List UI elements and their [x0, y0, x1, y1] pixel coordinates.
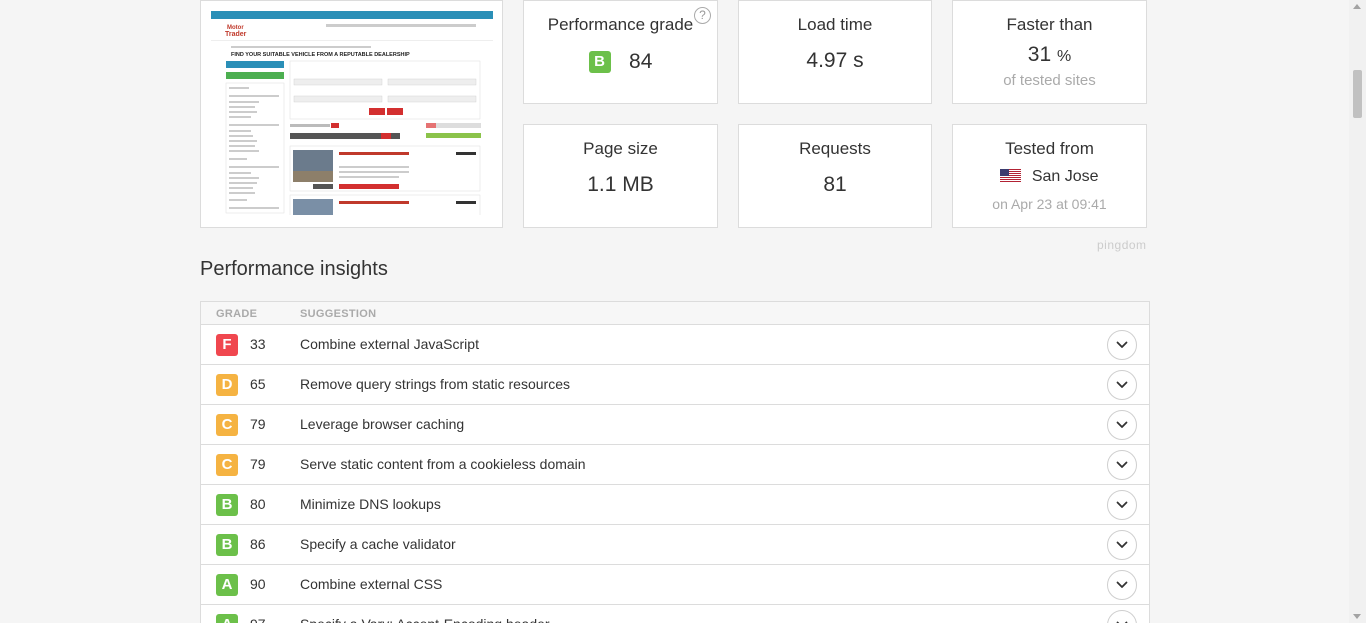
- scroll-down-icon[interactable]: [1353, 614, 1361, 619]
- scrollbar-thumb[interactable]: [1353, 70, 1362, 118]
- suggestion-text: Specify a Vary: Accept-Encoding header: [300, 616, 550, 623]
- grade-score: 80: [250, 496, 266, 512]
- table-header: GRADE SUGGESTION: [201, 302, 1149, 325]
- us-flag-icon: [1000, 169, 1022, 182]
- insights-title: Performance insights: [200, 258, 388, 280]
- suggestion-text: Specify a cache validator: [300, 536, 456, 552]
- expand-button[interactable]: [1107, 370, 1137, 400]
- requests-card: Requests 81: [738, 124, 932, 228]
- performance-grade-card: Performance grade ? B 84: [523, 0, 718, 104]
- grade-badge: B: [216, 494, 238, 516]
- grade-column-header: GRADE: [216, 308, 258, 320]
- expand-button[interactable]: [1107, 410, 1137, 440]
- tested-from-date: on Apr 23 at 09:41: [992, 196, 1107, 212]
- load-time-value: 4.97 s: [806, 49, 864, 72]
- chevron-down-icon: [1116, 381, 1128, 388]
- grade-score: 86: [250, 536, 266, 552]
- faster-than-unit: %: [1056, 48, 1072, 65]
- suggestion-text: Minimize DNS lookups: [300, 496, 441, 512]
- requests-value: 81: [823, 173, 847, 196]
- chevron-down-icon: [1116, 421, 1128, 428]
- faster-than-sub: of tested sites: [1003, 72, 1096, 89]
- suggestion-text: Remove query strings from static resourc…: [300, 376, 570, 392]
- suggestion-column-header: SUGGESTION: [300, 308, 377, 320]
- chevron-down-icon: [1116, 541, 1128, 548]
- expand-button[interactable]: [1107, 530, 1137, 560]
- requests-label: Requests: [799, 139, 871, 158]
- tested-from-location: San Jose: [953, 168, 1146, 186]
- faster-than-label: Faster than: [1006, 15, 1093, 34]
- performance-score: 84: [629, 50, 653, 73]
- screenshot-image: Motor Trader FIND YOUR SUITABLE VEHICLE …: [211, 11, 493, 215]
- load-time-card: Load time 4.97 s: [738, 0, 932, 104]
- website-screenshot: Motor Trader FIND YOUR SUITABLE VEHICLE …: [200, 0, 503, 228]
- table-row[interactable]: A 97 Specify a Vary: Accept-Encoding heade…: [201, 605, 1149, 623]
- grade-score: 97: [250, 616, 266, 623]
- grade-badge: D: [216, 374, 238, 396]
- table-row[interactable]: D 65 Remove query strings from static reso…: [201, 365, 1149, 405]
- suggestion-text: Combine external JavaScript: [300, 336, 479, 352]
- faster-than-number: 31: [1027, 43, 1052, 66]
- grade-badge: F: [216, 334, 238, 356]
- help-icon[interactable]: ?: [694, 7, 711, 24]
- expand-button[interactable]: [1107, 330, 1137, 360]
- chevron-down-icon: [1116, 461, 1128, 468]
- faster-than-card: Faster than 31 % of tested sites: [952, 0, 1147, 104]
- page-scrollbar[interactable]: [1349, 0, 1366, 623]
- page-size-label: Page size: [583, 139, 658, 158]
- grade-badge: B: [216, 534, 238, 556]
- table-row[interactable]: B 86 Specify a cache validator: [201, 525, 1149, 565]
- tested-from-city: San Jose: [1031, 168, 1099, 185]
- page-size-card: Page size 1.1 MB: [523, 124, 718, 228]
- table-row[interactable]: C 79 Leverage browser caching: [201, 405, 1149, 445]
- insights-table: GRADE SUGGESTION F 33 Combine external Jav…: [200, 301, 1150, 623]
- expand-button[interactable]: [1107, 450, 1137, 480]
- grade-badge: B: [588, 51, 611, 73]
- grade-badge: C: [216, 414, 238, 436]
- grade-score: 65: [250, 376, 266, 392]
- table-row[interactable]: A 90 Combine external CSS: [201, 565, 1149, 605]
- tested-from-label: Tested from: [1005, 139, 1094, 158]
- chevron-down-icon: [1116, 581, 1128, 588]
- expand-button[interactable]: [1107, 610, 1137, 623]
- suggestion-text: Serve static content from a cookieless d…: [300, 456, 586, 472]
- grade-badge: C: [216, 454, 238, 476]
- tested-from-card: Tested from San Jose on Apr 23 at 09:41: [952, 124, 1147, 228]
- table-row[interactable]: F 33 Combine external JavaScript: [201, 325, 1149, 365]
- suggestion-text: Leverage browser caching: [300, 416, 465, 432]
- screenshot-drawing: Motor Trader FIND YOUR SUITABLE VEHICLE …: [211, 11, 493, 215]
- expand-button[interactable]: [1107, 570, 1137, 600]
- grade-badge: A: [216, 614, 238, 623]
- suggestion-text: Combine external CSS: [300, 576, 443, 592]
- table-row[interactable]: B 80 Minimize DNS lookups: [201, 485, 1149, 525]
- load-time-label: Load time: [797, 15, 873, 34]
- grade-score: 33: [250, 336, 266, 352]
- grade-score: 79: [250, 456, 266, 472]
- expand-button[interactable]: [1107, 490, 1137, 520]
- grade-score: 90: [250, 576, 266, 592]
- grade-score: 79: [250, 416, 266, 432]
- thumb-headline: FIND YOUR SUITABLE VEHICLE FROM A REPUTA…: [231, 52, 410, 58]
- thumb-logo-bottom: Trader: [225, 31, 247, 38]
- faster-than-value: 31 %: [953, 43, 1146, 67]
- grade-badge: A: [216, 574, 238, 596]
- chevron-down-icon: [1116, 341, 1128, 348]
- page-size-value: 1.1 MB: [587, 173, 654, 196]
- table-row[interactable]: C 79 Serve static content from a cookieles…: [201, 445, 1149, 485]
- scroll-up-icon[interactable]: [1353, 4, 1361, 9]
- insights-rows: F 33 Combine external JavaScript D 65 Remove …: [201, 325, 1149, 623]
- chevron-down-icon: [1116, 501, 1128, 508]
- performance-grade-label: Performance grade: [547, 15, 694, 34]
- pingdom-logo: pingdom: [1097, 238, 1147, 252]
- performance-grade-value: B 84: [524, 50, 717, 74]
